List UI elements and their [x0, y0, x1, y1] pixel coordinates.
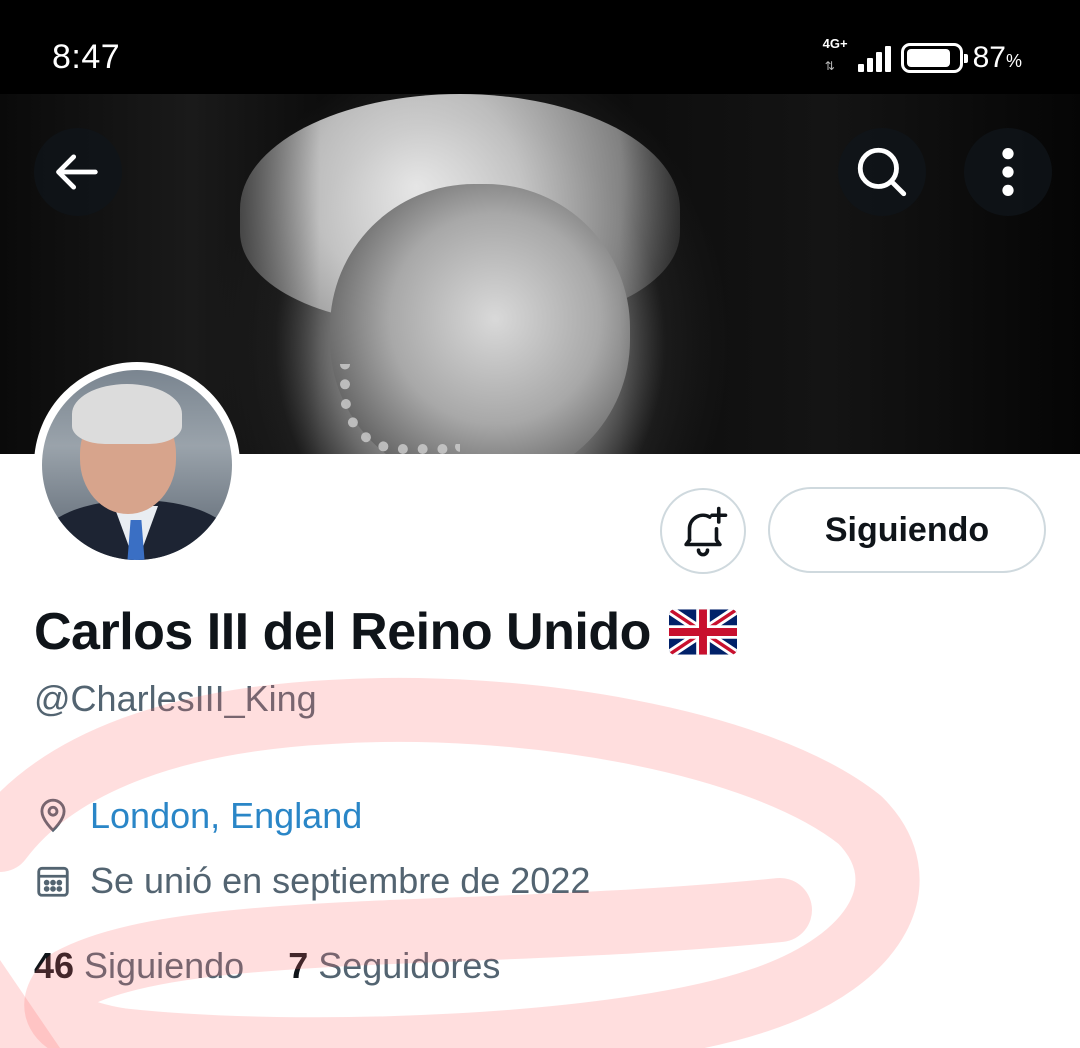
- location-link[interactable]: London, England: [90, 795, 362, 837]
- display-name-row: Carlos III del Reino Unido: [34, 600, 737, 664]
- battery-icon: [900, 43, 968, 73]
- search-icon: [857, 147, 907, 197]
- search-button[interactable]: [838, 128, 926, 216]
- location-row: London, England: [34, 795, 362, 837]
- profile-avatar[interactable]: [34, 362, 240, 568]
- more-vertical-icon: [1002, 147, 1014, 197]
- user-handle: @CharlesIII_King: [34, 678, 317, 719]
- display-name: Carlos III del Reino Unido: [34, 603, 651, 661]
- joined-date: Se unió en septiembre de 2022: [90, 860, 591, 901]
- data-arrows-icon: ⇅: [824, 59, 835, 73]
- notifications-button[interactable]: [660, 488, 746, 574]
- followers-link[interactable]: 7 Seguidores: [288, 945, 500, 987]
- banner-portrait-pearls: [340, 364, 460, 454]
- battery-percent: 87%: [972, 41, 1022, 74]
- battery-fill: [906, 49, 951, 67]
- arrow-left-icon: [56, 154, 98, 190]
- avatar-photo: [42, 370, 232, 560]
- followers-label: Seguidores: [318, 945, 501, 986]
- follow-counts: 46 Siguiendo 7 Seguidores: [34, 945, 500, 987]
- more-options-button[interactable]: [964, 128, 1052, 216]
- network-type: 4G+: [822, 36, 848, 51]
- calendar-icon: [37, 866, 69, 897]
- back-button[interactable]: [34, 128, 122, 216]
- status-indicators: 4G+ ⇅ 87%: [823, 36, 1022, 76]
- following-label: Siguiendo: [84, 945, 245, 986]
- followers-count: 7: [288, 945, 309, 986]
- status-bar: 8:47 4G+ ⇅ 87%: [0, 0, 1080, 94]
- status-time: 8:47: [52, 38, 121, 76]
- following-button[interactable]: Siguiendo: [768, 487, 1046, 573]
- union-jack-flag-icon: [668, 609, 737, 655]
- joined-row: Se unió en septiembre de 2022: [34, 860, 590, 902]
- location-pin-icon: [40, 798, 66, 833]
- signal-icon: 4G+ ⇅: [823, 36, 891, 76]
- avatar-hair: [72, 384, 182, 444]
- following-link[interactable]: 46 Siguiendo: [34, 945, 244, 987]
- following-count: 46: [34, 945, 75, 986]
- bell-plus-icon: [684, 506, 728, 557]
